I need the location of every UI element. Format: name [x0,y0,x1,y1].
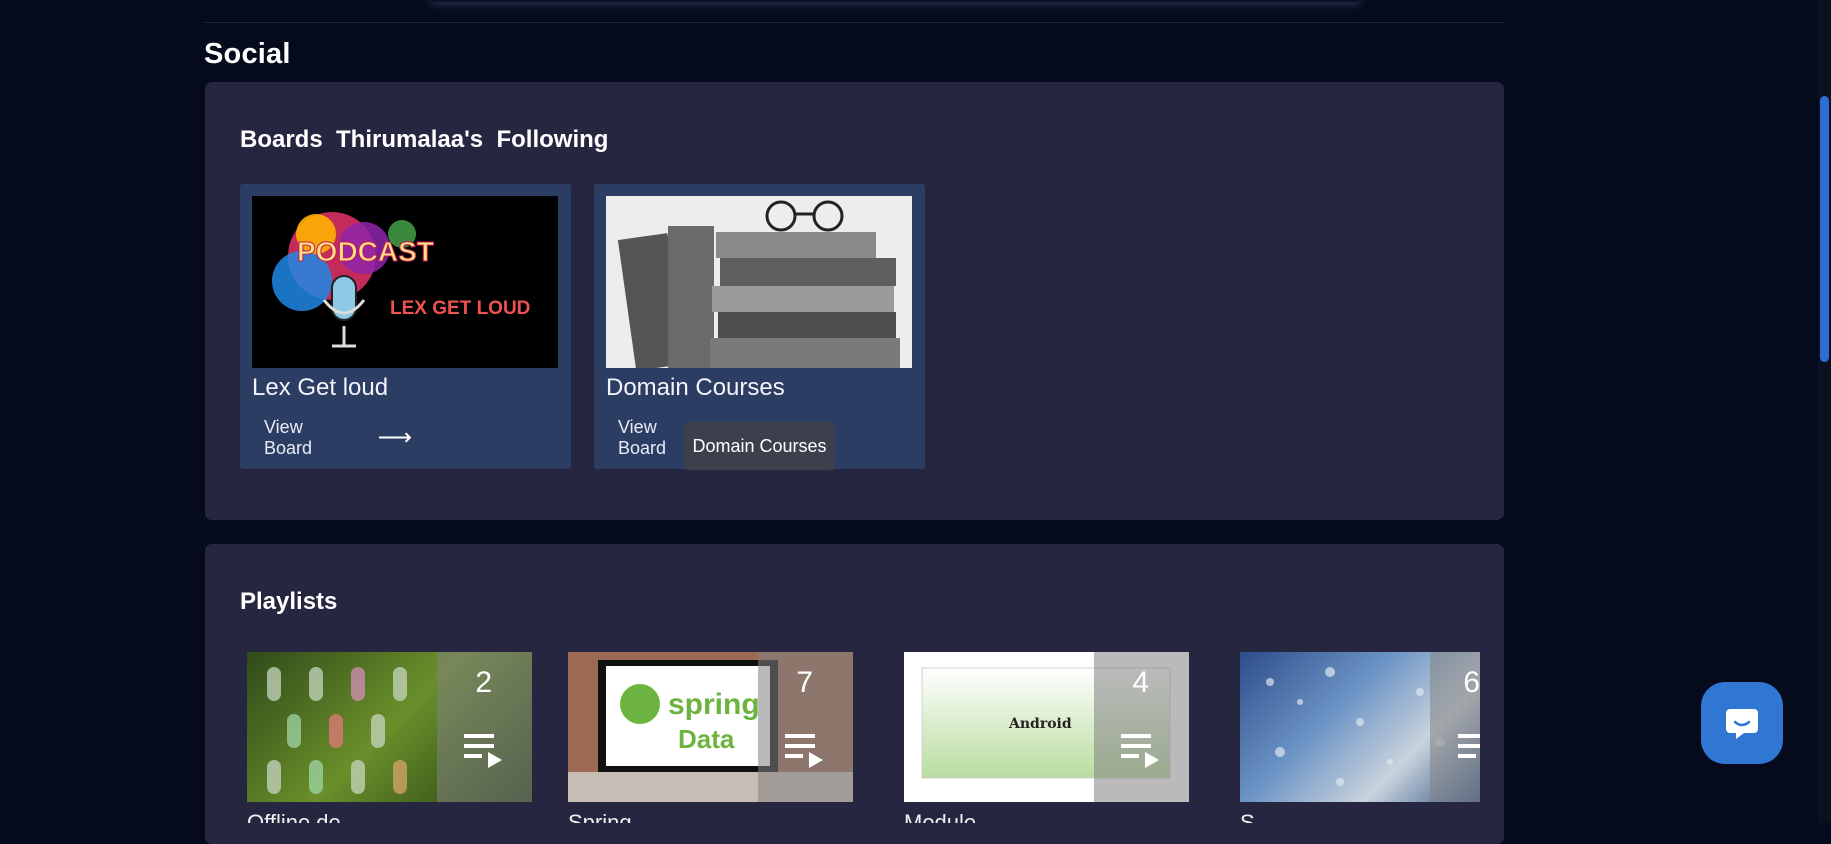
playlist-count: 4 [1132,666,1149,699]
spring-text: spring [668,688,760,721]
playlist-title[interactable]: Offline de... [247,812,359,823]
playlist-play-icon [1121,734,1159,768]
books-illustration [606,196,912,368]
lex-get-loud-text: LEX GET LOUD [390,298,530,319]
podcast-text: PODCAST [297,236,434,267]
playlist-title[interactable]: Spring ... [568,812,656,823]
android-text: Android [1008,716,1072,732]
board-card-lex-get-loud[interactable]: PODCAST LEX GET LOUD Lex Get loud View B… [240,184,571,469]
playlist-title[interactable]: S... [1240,812,1273,823]
playlist-play-icon [785,734,823,768]
tooltip: Domain Courses [684,422,835,470]
playlist-card[interactable]: 6 [1240,652,1480,802]
playlist-card[interactable]: 2 [247,652,532,802]
playlist-title[interactable]: Module ... [904,812,1001,823]
board-name: Lex Get loud [252,374,389,401]
section-title: Social [204,38,291,70]
podcast-illustration: PODCAST LEX GET LOUD [272,212,530,348]
playlist-play-icon [1458,734,1480,758]
data-text: Data [678,724,735,754]
boards-panel: Boards Thirumalaa's Following PODCAST LE… [205,82,1504,520]
scrollbar-thumb[interactable] [1820,96,1829,362]
chat-icon [1726,709,1758,739]
view-board-label: View Board [264,417,313,458]
playlist-play-icon [464,734,502,768]
playlist-count: 2 [475,666,492,699]
playlist-count: 7 [796,666,813,699]
scrollbar[interactable] [1818,0,1831,823]
view-board-button[interactable]: View Board ⟶ [252,416,412,460]
chat-button[interactable] [1701,682,1783,764]
board-image [606,196,912,368]
boards-heading: Boards Thirumalaa's Following [240,126,609,153]
playlist-card[interactable]: spring Data 7 [568,652,853,802]
playlist-count: 6 [1463,666,1480,699]
playlists-heading: Playlists [240,588,338,615]
arrow-right-icon: ⟶ [377,424,412,451]
playlist-card[interactable]: Android 4 [904,652,1189,802]
board-name: Domain Courses [606,374,785,401]
divider [204,22,1504,23]
top-shadow-edge [430,0,1360,2]
board-image: PODCAST LEX GET LOUD [252,196,558,368]
